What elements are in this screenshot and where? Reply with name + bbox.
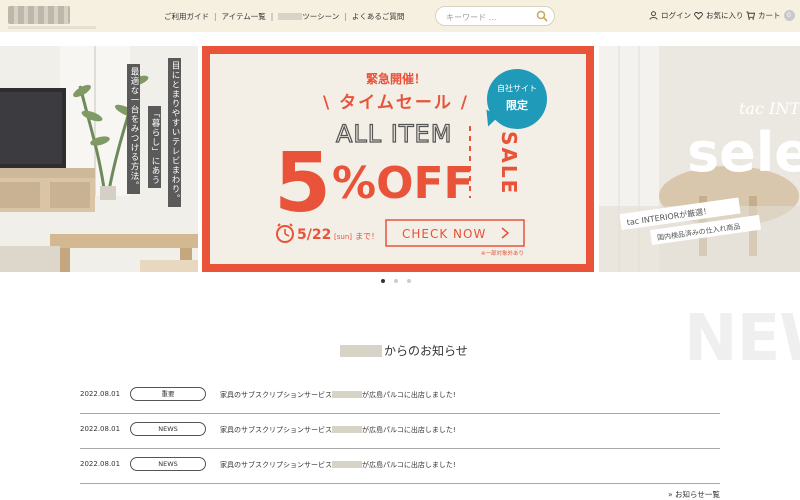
news-more-label: お知らせ一覧 xyxy=(674,490,720,499)
slide-caption-3: 最適な一台をみつける方法。 xyxy=(127,64,140,194)
site-logo[interactable] xyxy=(8,6,70,24)
news-date: 2022.08.01 xyxy=(80,460,121,468)
news-row[interactable]: 2022.08.01 NEWS 家具のサブスクリプションサービス が広島パルコに出… xyxy=(80,415,720,449)
check-now-label: CHECK NOW xyxy=(402,227,486,241)
sale-deadline-suffix: まで！ xyxy=(355,232,379,241)
slide-tv-furniture[interactable]: 目にとまりやすいテレビまわり。 「暮らし」にあう 最適な一台をみつける方法。 xyxy=(0,46,198,272)
nav-separator: | xyxy=(214,12,217,21)
nav-items-link[interactable]: アイテム一覧 xyxy=(222,11,266,22)
login-link[interactable]: ログイン xyxy=(649,10,691,21)
blurred-brand xyxy=(332,391,362,398)
heart-icon xyxy=(694,12,703,20)
news-title-suffix: からのお知らせ xyxy=(384,344,468,358)
favorites-label: お気に入り xyxy=(706,11,744,20)
tac-big-word: sele xyxy=(687,121,800,184)
search-icon[interactable] xyxy=(536,10,548,22)
news-tag: 重要 xyxy=(130,387,206,401)
tac-interior-brand: tac INTERIO xyxy=(739,99,800,118)
news-text[interactable]: 家具のサブスクリプションサービス が広島パルコに出店しました! xyxy=(220,460,456,470)
badge-line-2: 限定 xyxy=(506,99,528,112)
sale-headline: 緊急開催！ xyxy=(366,71,426,86)
blurred-brand xyxy=(340,344,382,357)
exclusive-badge: 自社サイト 限定 xyxy=(487,69,547,129)
user-icon xyxy=(649,11,658,20)
news-section-title: からのお知らせ xyxy=(340,342,468,359)
hero-carousel: 目にとまりやすいテレビまわり。 「暮らし」にあう 最適な一台をみつける方法。 緊… xyxy=(0,46,800,274)
blurred-brand xyxy=(278,13,303,20)
news-date: 2022.08.01 xyxy=(80,390,121,398)
badge-line-1: 自社サイト xyxy=(497,84,537,93)
carousel-dots xyxy=(381,279,411,283)
sale-subheadline: \ タイムセール / xyxy=(323,93,469,113)
nav-faq-link[interactable]: よくあるご質問 xyxy=(352,11,405,22)
carousel-dot-3[interactable] xyxy=(407,279,411,283)
news-row[interactable]: 2022.08.01 NEWS 家具のサブスクリプションサービス が広島パルコに出… xyxy=(80,450,720,484)
nav-separator: | xyxy=(344,12,347,21)
news-date: 2022.08.01 xyxy=(80,425,121,433)
news-tag: NEWS xyxy=(130,457,206,471)
cart-icon xyxy=(746,11,755,20)
slide-caption-1: 目にとまりやすいテレビまわり。 xyxy=(168,58,181,207)
sale-label: SALE xyxy=(497,131,521,195)
nav-separator: | xyxy=(270,12,274,21)
search-box[interactable]: キーワード … xyxy=(435,6,555,26)
news-tag: NEWS xyxy=(130,422,206,436)
double-chevron-right-icon: » xyxy=(668,490,673,499)
nav-guide-link[interactable]: ご利用ガイド xyxy=(164,11,209,22)
news-text[interactable]: 家具のサブスクリプションサービス が広島パルコに出店しました! xyxy=(220,425,456,435)
slide-caption-2: 「暮らし」にあう xyxy=(148,106,161,188)
carousel-dot-2[interactable] xyxy=(394,279,398,283)
cart-link[interactable]: カート 0 xyxy=(746,10,795,21)
blurred-brand xyxy=(332,461,362,468)
sale-percent-off: %OFF xyxy=(332,158,474,209)
site-header: ご利用ガイド | アイテム一覧 | ツーシーン | よくあるご質問 キーワード … ログイン… xyxy=(0,0,800,32)
login-label: ログイン xyxy=(661,11,691,20)
slide-tac-interior[interactable]: tac INTERIO sele tac INTERIORが厳選！ 国内検品済み… xyxy=(599,46,800,272)
favorites-link[interactable]: お気に入り xyxy=(694,10,744,21)
sale-note: ※一部対象外あり xyxy=(481,249,524,257)
news-background-word: NEWS xyxy=(684,302,800,376)
logo-tagline xyxy=(8,26,96,29)
interior-room-illustration: tac INTERIO sele tac INTERIORが厳選！ 国内検品済み… xyxy=(599,46,800,272)
sale-percent: 5 xyxy=(274,136,331,231)
nav-scene-link[interactable]: ツーシーン xyxy=(278,11,339,22)
carousel-dot-1[interactable] xyxy=(381,279,385,283)
sale-all-item: ALL ITEM xyxy=(336,120,452,148)
cart-label: カート xyxy=(758,11,781,20)
news-text[interactable]: 家具のサブスクリプションサービス が広島パルコに出店しました! xyxy=(220,390,456,400)
top-nav: ご利用ガイド | アイテム一覧 | ツーシーン | よくあるご質問 xyxy=(164,11,404,22)
sale-deadline-date: 5/22 xyxy=(297,227,331,243)
news-row[interactable]: 2022.08.01 重要 家具のサブスクリプションサービス が広島パルコに出店し… xyxy=(80,380,720,414)
blurred-brand xyxy=(332,426,362,433)
search-input[interactable]: キーワード … xyxy=(446,12,497,23)
arrow-right-icon xyxy=(501,227,510,239)
news-list-link[interactable]: » お知らせ一覧 xyxy=(668,489,720,500)
sale-deadline-day: [sun] xyxy=(334,233,352,241)
cart-count-badge: 0 xyxy=(783,10,795,21)
